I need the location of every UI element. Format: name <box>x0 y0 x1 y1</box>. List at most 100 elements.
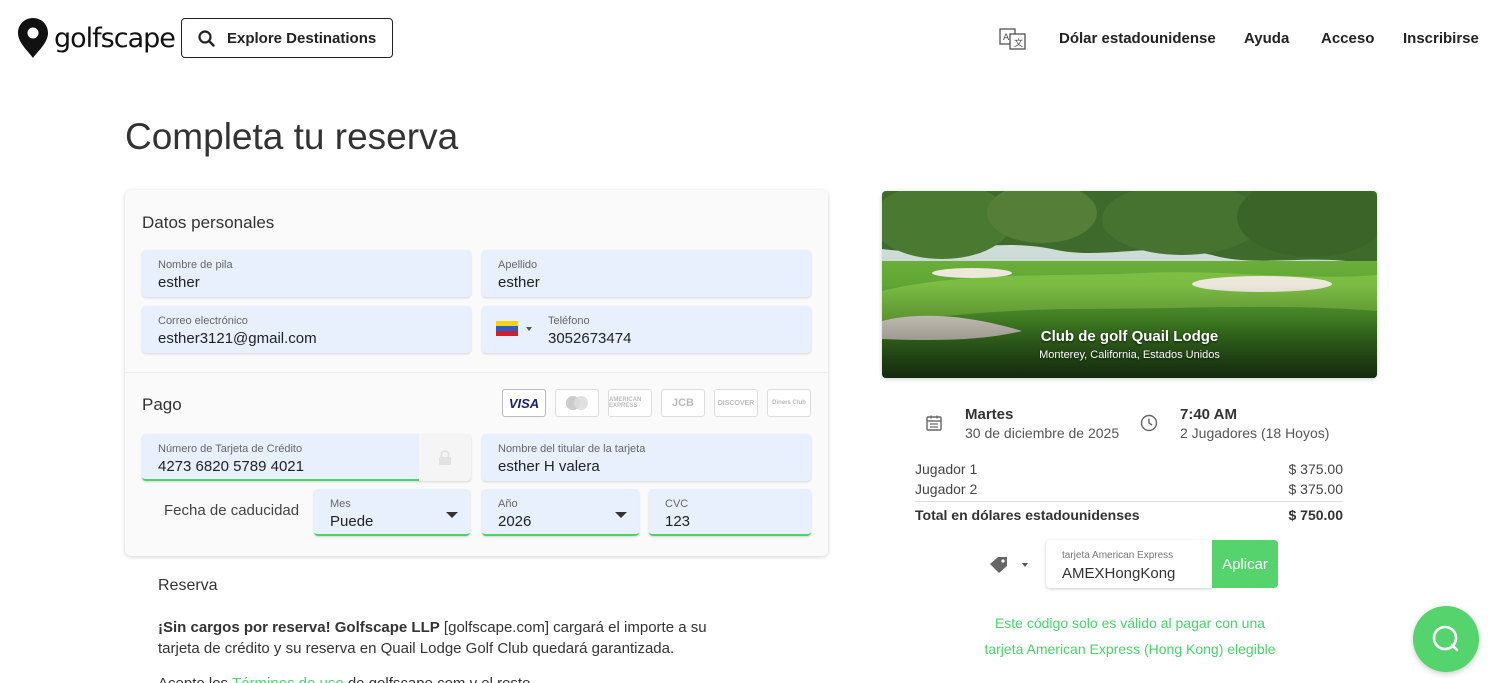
discover-icon: DISCOVER <box>714 389 758 417</box>
lock-box <box>419 434 471 481</box>
payment-section-title: Pago <box>142 395 182 414</box>
terms-prefix: Acepto los <box>158 675 232 683</box>
phone-label: Teléfono <box>548 315 590 327</box>
translate-icon[interactable]: A 文 <box>999 28 1027 50</box>
first-name-field[interactable]: Nombre de pila esther <box>142 250 471 297</box>
chevron-down-icon <box>1022 563 1028 567</box>
month-value: Puede <box>330 513 374 530</box>
help-link[interactable]: Ayuda <box>1244 30 1289 47</box>
explore-label: Explore Destinations <box>227 29 377 47</box>
course-image: Club de golf Quail Lodge Monterey, Calif… <box>882 191 1377 378</box>
lock-icon <box>439 449 451 465</box>
year-label: Año <box>498 498 518 510</box>
apply-promo-button[interactable]: Aplicar <box>1212 540 1278 588</box>
personal-section-title: Datos personales <box>142 213 275 232</box>
last-name-label: Apellido <box>498 259 538 271</box>
signup-link[interactable]: Inscribirse <box>1403 30 1479 47</box>
first-name-value: esther <box>158 274 200 291</box>
month-select[interactable]: Mes Puede <box>314 489 470 536</box>
mastercard-circles-icon <box>566 396 588 410</box>
promo-type-selector[interactable] <box>988 555 1030 575</box>
visa-text: VISA <box>508 395 540 411</box>
chat-button[interactable] <box>1413 606 1479 672</box>
explore-destinations-button[interactable]: Explore Destinations <box>181 18 393 58</box>
amex-text: AMERICAN EXPRESS <box>609 397 642 409</box>
total-row: Total en dólares estadounidenses $ 750.0… <box>915 507 1343 523</box>
email-field[interactable]: Correo electrónico esther3121@gmail.com <box>142 306 471 353</box>
total-amount: $ 750.00 <box>1288 507 1344 523</box>
promo-note-line-2: tarjeta American Express (Hong Kong) ele… <box>984 641 1276 657</box>
card-number-value: 4273 6820 5789 4021 <box>158 458 304 475</box>
cvc-label: CVC <box>665 498 689 510</box>
booking-date: 30 de diciembre de 2025 <box>965 425 1120 441</box>
promo-code-input[interactable]: tarjeta American Express AMEXHongKong <box>1046 540 1212 588</box>
price-row-label: Jugador 2 <box>915 481 978 497</box>
last-name-field[interactable]: Apellido esther <box>482 250 811 297</box>
reserva-title: Reserva <box>158 577 218 594</box>
phone-value: 3052673474 <box>548 330 632 347</box>
card-holder-label: Nombre del titular de la tarjeta <box>498 443 646 455</box>
jcb-icon: JCB <box>661 389 705 417</box>
country-flag-selector[interactable] <box>496 321 534 336</box>
jcb-text: JCB <box>671 397 694 409</box>
cvc-field[interactable]: CVC 123 <box>649 489 811 536</box>
cvc-value: 123 <box>665 513 691 530</box>
diners-icon: Diners Club <box>767 389 811 417</box>
chevron-down-icon <box>615 512 627 518</box>
first-name-label: Nombre de pila <box>158 259 233 271</box>
price-row: Jugador 1 $ 375.00 <box>915 461 1343 477</box>
price-row-amount: $ 375.00 <box>1288 481 1344 497</box>
booking-players: 2 Jugadores (18 Hoyos) <box>1180 425 1330 441</box>
promo-label: tarjeta American Express <box>1062 550 1174 561</box>
svg-text:文: 文 <box>1014 37 1023 49</box>
phone-field[interactable]: Teléfono 3052673474 <box>482 306 811 353</box>
terms-link[interactable]: Términos de uso <box>232 675 344 683</box>
month-label: Mes <box>330 498 351 510</box>
reserva-bold-text: ¡Sin cargos por reserva! Golfscape LLP <box>158 619 440 636</box>
card-holder-field[interactable]: Nombre del titular de la tarjeta esther … <box>482 434 811 481</box>
price-row-label: Jugador 1 <box>915 461 978 477</box>
booking-day: Martes <box>965 406 1014 423</box>
total-divider <box>915 501 1343 502</box>
mastercard-icon <box>555 389 599 417</box>
terms-line: Acepto los Términos de uso de golfscape.… <box>158 675 530 683</box>
price-row-amount: $ 375.00 <box>1288 461 1344 477</box>
promo-note-line-1: Este código solo es válido al pagar con … <box>994 615 1266 631</box>
card-number-field[interactable]: Número de Tarjeta de Crédito 4273 6820 5… <box>142 434 471 481</box>
section-divider <box>125 372 828 373</box>
calendar-icon <box>926 415 942 431</box>
map-pin-logo-icon <box>18 18 48 58</box>
reserva-description: ¡Sin cargos por reserva! Golfscape LLP [… <box>158 617 718 659</box>
booking-form-card: Datos personales Nombre de pila esther A… <box>125 190 828 556</box>
diners-text: Diners Club <box>772 400 806 406</box>
chevron-down-icon <box>526 326 532 331</box>
booking-time: 7:40 AM <box>1180 406 1237 423</box>
search-icon <box>198 29 215 47</box>
golfscape-logo[interactable]: golfscape <box>16 16 176 60</box>
course-location: Monterey, California, Estados Unidos <box>1039 349 1220 361</box>
top-header: golfscape Explore Destinations A 文 Dólar… <box>0 0 1500 80</box>
total-label: Total en dólares estadounidenses <box>915 507 1140 523</box>
visa-icon: VISA <box>502 389 546 417</box>
expiry-label: Fecha de caducidad <box>164 502 300 519</box>
promo-value: AMEXHongKong <box>1062 565 1176 582</box>
discover-text: DISCOVER <box>717 399 755 407</box>
clock-icon <box>1140 414 1158 432</box>
chevron-down-icon <box>446 512 458 518</box>
venezuela-flag-icon <box>496 321 518 336</box>
terms-suffix: de golfscape.com y el resto <box>344 675 531 683</box>
tag-icon <box>990 557 1007 573</box>
card-holder-value: esther H valera <box>498 458 600 475</box>
logo-text: golfscape <box>54 22 176 54</box>
email-value: esther3121@gmail.com <box>158 330 317 347</box>
year-select[interactable]: Año 2026 <box>482 489 639 536</box>
year-value: 2026 <box>498 513 532 530</box>
amex-icon: AMERICAN EXPRESS <box>608 389 652 417</box>
price-row: Jugador 2 $ 375.00 <box>915 481 1343 497</box>
login-link[interactable]: Acceso <box>1321 30 1374 47</box>
svg-text:A: A <box>1003 33 1010 43</box>
chat-bubble-icon <box>1432 625 1459 652</box>
currency-selector[interactable]: Dólar estadounidense <box>1059 30 1216 47</box>
page-title: Completa tu reserva <box>125 116 459 157</box>
course-name: Club de golf Quail Lodge <box>1040 328 1219 345</box>
